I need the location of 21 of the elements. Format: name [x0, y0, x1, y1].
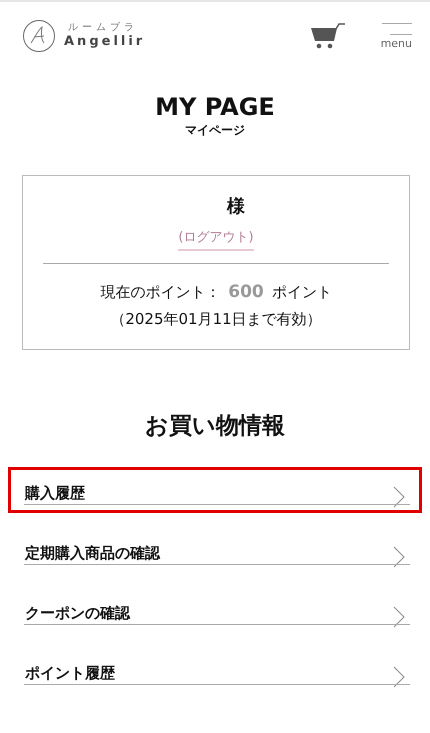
points-expiry: （2025年01月11日まで有効）: [110, 310, 322, 330]
menu-button[interactable]: menu: [380, 22, 412, 50]
points-label: 現在のポイント：: [100, 282, 220, 302]
points-value: 600: [228, 282, 264, 302]
menu-list-item[interactable]: クーポンの確認: [8, 587, 422, 634]
cart-icon[interactable]: [310, 22, 345, 50]
logo-emblem-icon: [22, 19, 56, 53]
menu-list-item[interactable]: ポイント履歴: [8, 647, 422, 694]
chevron-right-icon: [393, 666, 405, 688]
points-unit: ポイント: [272, 282, 332, 302]
chevron-right-icon: [393, 606, 405, 628]
logo-name: Angellir: [64, 34, 146, 50]
logo-subtitle: ルームブラ: [67, 22, 139, 34]
page-title: MY PAGE: [154, 94, 276, 120]
chevron-right-icon: [393, 486, 405, 508]
chevron-right-icon: [393, 546, 405, 568]
menu-list-item[interactable]: 購入履歴: [8, 467, 422, 514]
customer-honorific: 様: [227, 195, 245, 218]
page-subtitle: マイページ: [184, 122, 246, 140]
section-title: お買い物情報: [144, 412, 286, 442]
menu-list-item[interactable]: 定期購入商品の確認: [8, 527, 422, 574]
